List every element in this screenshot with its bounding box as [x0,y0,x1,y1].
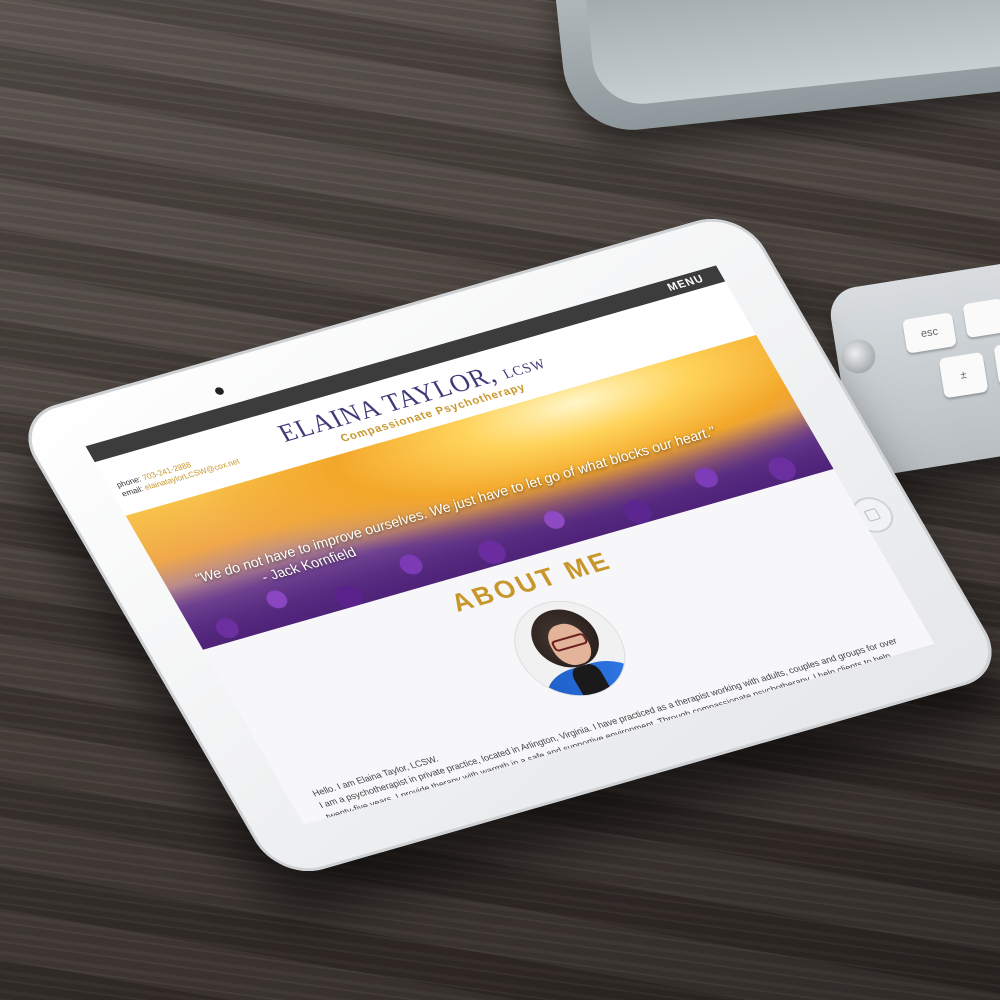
keyboard-key[interactable] [993,339,1000,386]
camera-icon [213,386,226,396]
plusminus-key[interactable]: ± [938,351,989,399]
portrait-photo [494,588,646,709]
keyboard-hinge [838,336,878,376]
site-credential: LCSW [500,356,550,383]
esc-key[interactable]: esc [902,312,957,354]
keyboard-key[interactable] [962,298,1000,339]
